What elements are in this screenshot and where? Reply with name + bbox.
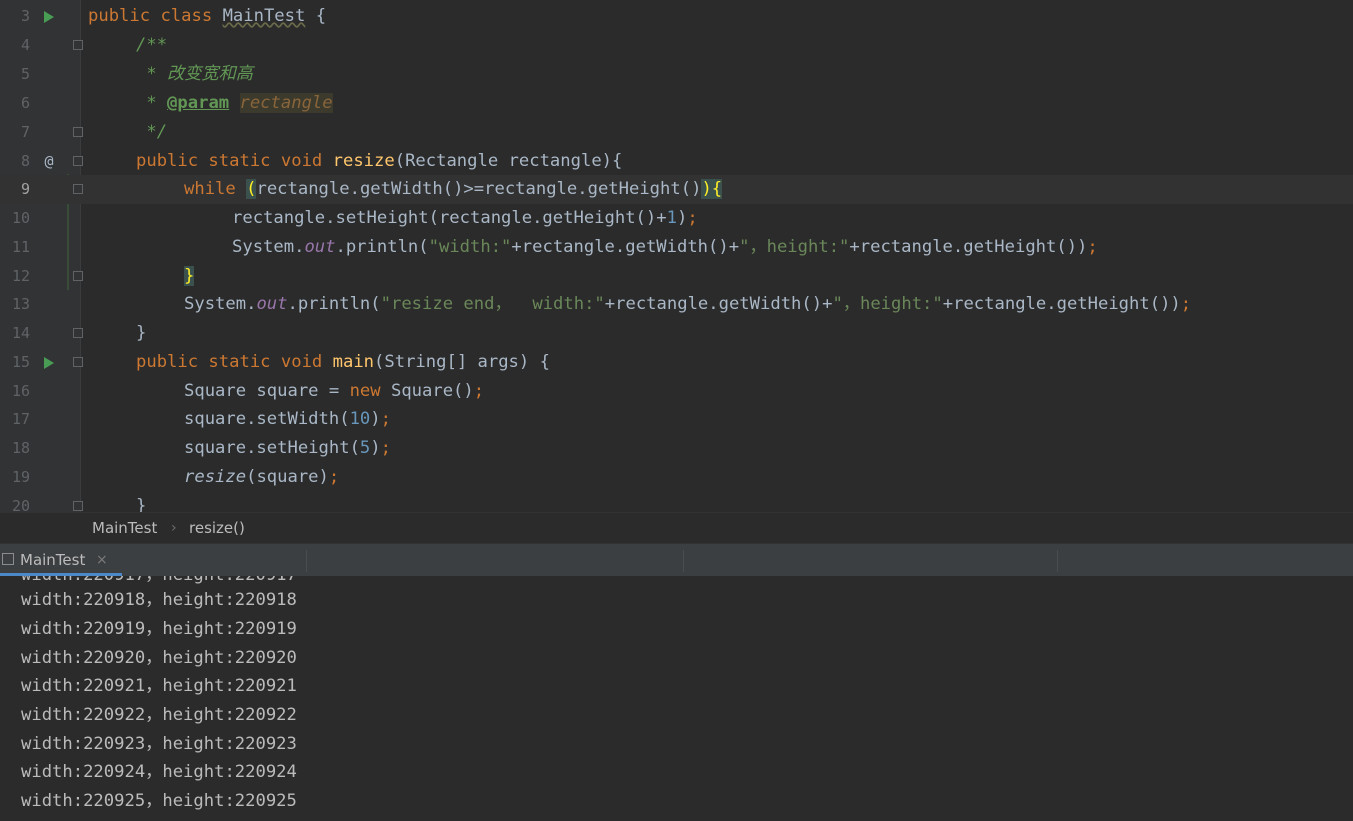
fold-icon[interactable]	[73, 501, 83, 511]
code-line[interactable]: 7 */	[0, 118, 1353, 147]
run-tab-maintest[interactable]: MainTest ×	[0, 544, 122, 576]
line-number: 13	[11, 295, 30, 313]
code-line[interactable]: 10 rectangle.setHeight(rectangle.getHeig…	[0, 204, 1353, 233]
fold-icon[interactable]	[73, 357, 83, 367]
divider	[683, 550, 684, 572]
breadcrumb: MainTest › resize()	[0, 512, 1353, 544]
run-main-icon[interactable]	[44, 357, 54, 369]
code-editor[interactable]: 3 public class MainTest { 4 /** 5 * 改变宽和…	[0, 0, 1353, 512]
code-line[interactable]: 5 * 改变宽和高	[0, 60, 1353, 89]
run-class-icon[interactable]	[44, 11, 54, 23]
code-text: public static void main(String[] args) {	[136, 352, 550, 372]
console-line: width:220924，height:220924	[21, 762, 297, 782]
line-number: 9	[20, 180, 30, 198]
code-line[interactable]: 13 System.out.println("resize end， width…	[0, 290, 1353, 319]
line-number: 6	[20, 94, 30, 112]
line-number: 7	[20, 123, 30, 141]
console-line: width:220920，height:220920	[21, 648, 297, 668]
code-text: public static void resize(Rectangle rect…	[136, 151, 623, 171]
fold-icon[interactable]	[73, 127, 83, 137]
code-line[interactable]: 19 resize(square);	[0, 463, 1353, 492]
console-line: width:220925，height:220925	[21, 791, 297, 811]
close-icon[interactable]: ×	[96, 544, 108, 576]
code-line[interactable]: 6 * @param rectangle	[0, 89, 1353, 118]
run-tab-label: MainTest	[20, 551, 86, 569]
console-icon	[2, 553, 14, 565]
console-line: width:220918，height:220918	[21, 590, 297, 610]
line-number: 10	[11, 209, 30, 227]
console-output[interactable]: width:220917，height:220917 width:220918，…	[0, 576, 1353, 821]
code-text: square.setWidth(10);	[184, 409, 391, 429]
divider	[306, 550, 307, 572]
divider	[1057, 550, 1058, 572]
code-line[interactable]: 8 @ public static void resize(Rectangle …	[0, 147, 1353, 176]
console-line: width:220922，height:220922	[21, 705, 297, 725]
console-line: width:220921，height:220921	[21, 676, 297, 696]
code-line-current[interactable]: 9 while (rectangle.getWidth()>=rectangle…	[0, 175, 1353, 204]
code-line[interactable]: 20 }	[0, 492, 1353, 512]
breadcrumb-method[interactable]: resize()	[189, 513, 245, 544]
line-number: 14	[11, 324, 30, 342]
line-number: 17	[11, 410, 30, 428]
code-text: square.setHeight(5);	[184, 438, 391, 458]
line-number: 4	[20, 36, 30, 54]
code-line[interactable]: 12 }	[0, 262, 1353, 291]
fold-icon[interactable]	[73, 156, 83, 166]
code-text: Square square = new Square();	[184, 381, 485, 401]
code-text: /**	[136, 35, 168, 55]
line-number: 5	[20, 65, 30, 83]
code-line[interactable]: 11 System.out.println("width:"+rectangle…	[0, 233, 1353, 262]
breadcrumb-class[interactable]: MainTest	[92, 513, 157, 544]
code-text: }	[184, 266, 195, 286]
code-line[interactable]: 3 public class MainTest {	[0, 2, 1353, 31]
line-number: 12	[11, 267, 30, 285]
code-text: while (rectangle.getWidth()>=rectangle.g…	[184, 179, 723, 199]
fold-icon[interactable]	[73, 184, 83, 194]
code-text: System.out.println("resize end， width:"+…	[184, 294, 1192, 314]
code-text: rectangle.setHeight(rectangle.getHeight(…	[232, 208, 698, 228]
code-line[interactable]: 18 square.setHeight(5);	[0, 434, 1353, 463]
fold-icon[interactable]	[73, 40, 83, 50]
run-tool-window-tabs: MainTest ×	[0, 543, 1353, 577]
code-text: }	[136, 323, 147, 343]
code-text: }	[136, 496, 147, 512]
console-line: width:220919，height:220919	[21, 619, 297, 639]
line-number: 20	[11, 497, 30, 512]
line-number: 8	[20, 152, 30, 170]
line-number: 11	[11, 238, 30, 256]
override-marker-icon[interactable]: @	[41, 147, 57, 176]
code-line[interactable]: 14 }	[0, 319, 1353, 348]
console-line: width:220923，height:220923	[21, 734, 297, 754]
line-number: 18	[11, 439, 30, 457]
code-text: */	[136, 122, 168, 142]
line-number: 3	[20, 7, 30, 25]
line-number: 16	[11, 382, 30, 400]
code-line[interactable]: 4 /**	[0, 31, 1353, 60]
code-text: * 改变宽和高	[136, 64, 253, 84]
code-text: System.out.println("width:"+rectangle.ge…	[232, 237, 1098, 257]
code-line[interactable]: 16 Square square = new Square();	[0, 377, 1353, 406]
fold-icon[interactable]	[73, 328, 83, 338]
breadcrumb-separator-icon: ›	[171, 520, 177, 536]
line-number: 19	[11, 468, 30, 486]
code-line[interactable]: 17 square.setWidth(10);	[0, 405, 1353, 434]
line-number: 15	[11, 353, 30, 371]
code-text: resize(square);	[184, 467, 340, 487]
code-text: public class MainTest {	[88, 6, 327, 26]
code-text: * @param rectangle	[136, 93, 333, 113]
fold-icon[interactable]	[73, 271, 83, 281]
code-line[interactable]: 15 public static void main(String[] args…	[0, 348, 1353, 377]
